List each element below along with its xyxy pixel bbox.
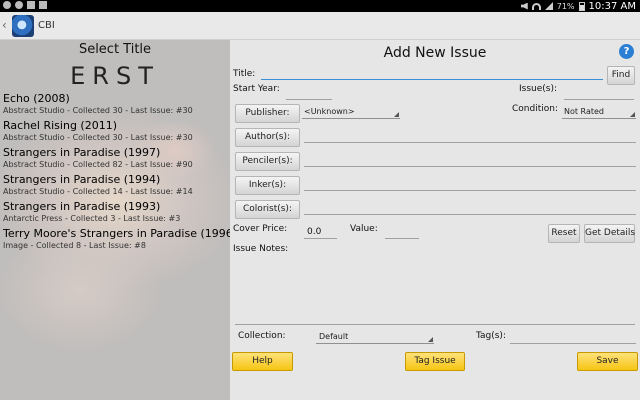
tags-label: Tag(s): xyxy=(476,331,506,341)
dropdown-arrow-icon xyxy=(630,112,635,117)
title-name: Strangers in Paradise (1993) xyxy=(3,200,161,213)
title-name: Strangers in Paradise (1994) xyxy=(3,173,161,186)
tag-issue-button[interactable]: Tag Issue xyxy=(405,352,465,371)
authors-underline xyxy=(304,142,636,143)
notification-icons xyxy=(3,1,47,9)
panel-heading: Select Title xyxy=(78,42,152,57)
app-notification-icon xyxy=(15,1,23,9)
colorists-underline xyxy=(304,214,636,215)
find-button[interactable]: Find xyxy=(607,66,635,85)
help-button[interactable]: Help xyxy=(232,352,293,371)
form-heading: Add New Issue xyxy=(383,45,487,61)
publisher-button[interactable]: Publisher: xyxy=(235,104,300,123)
issue-notes-underline xyxy=(235,324,635,325)
title-label: Title: xyxy=(233,69,256,79)
inkers-underline xyxy=(304,190,636,191)
title-detail: Abstract Studio - Collected 30 - Last Is… xyxy=(3,133,193,142)
condition-spinner[interactable]: Not Rated xyxy=(564,107,604,116)
action-bar: ‹ CBI xyxy=(0,12,640,40)
select-title-panel: Select Title ERST Echo (2008) Abstract S… xyxy=(0,40,230,400)
cover-price-input[interactable]: 0.0 xyxy=(307,227,321,237)
add-issue-form: Add New Issue ? Title: Find Start Year: … xyxy=(230,40,640,400)
dropdown-arrow-icon xyxy=(394,112,399,117)
start-year-label: Start Year: xyxy=(233,84,280,94)
app-title: CBI xyxy=(38,20,55,31)
pencilers-underline xyxy=(304,166,636,167)
inkers-button[interactable]: Inker(s): xyxy=(235,176,300,195)
title-detail: Abstract Studio - Collected 30 - Last Is… xyxy=(3,106,193,115)
colorists-button[interactable]: Colorist(s): xyxy=(235,200,300,219)
gallery-icon xyxy=(27,1,35,9)
title-detail: Image - Collected 8 - Last Issue: #8 xyxy=(3,241,146,250)
value-label: Value: xyxy=(350,224,378,234)
publisher-spinner-underline xyxy=(302,118,400,119)
list-item[interactable]: Rachel Rising (2011) Abstract Studio - C… xyxy=(3,119,227,146)
system-icons: 71% 10:37 AM xyxy=(520,0,636,12)
title-name: Terry Moore's Strangers in Paradise (199… xyxy=(3,227,230,240)
wifi-icon xyxy=(531,2,541,10)
tags-underline xyxy=(510,343,636,344)
pencilers-button[interactable]: Penciler(s): xyxy=(235,152,300,171)
collection-label: Collection: xyxy=(238,331,286,341)
help-icon[interactable]: ? xyxy=(619,44,634,59)
download-icon xyxy=(3,1,11,9)
list-item[interactable]: Terry Moore's Strangers in Paradise (199… xyxy=(3,227,230,254)
issue-notes-label: Issue Notes: xyxy=(233,244,289,254)
mute-icon xyxy=(520,2,528,10)
back-chevron-icon[interactable]: ‹ xyxy=(2,18,7,32)
search-query-text[interactable]: ERST xyxy=(0,62,230,90)
title-detail: Abstract Studio - Collected 14 - Last Is… xyxy=(3,187,193,196)
collection-spinner[interactable]: Default xyxy=(319,332,348,341)
dropdown-arrow-icon xyxy=(428,337,433,342)
title-list: Echo (2008) Abstract Studio - Collected … xyxy=(3,92,230,254)
signal-icon xyxy=(544,2,553,10)
publisher-spinner[interactable]: <Unknown> xyxy=(304,107,355,116)
battery-icon xyxy=(578,1,585,11)
cover-price-label: Cover Price: xyxy=(233,224,288,234)
status-bar: 71% 10:37 AM xyxy=(0,0,640,12)
issues-underline xyxy=(564,99,634,100)
list-item[interactable]: Strangers in Paradise (1997) Abstract St… xyxy=(3,146,227,173)
cbi-app-icon[interactable] xyxy=(12,15,34,37)
title-detail: Antarctic Press - Collected 3 - Last Iss… xyxy=(3,214,181,223)
list-item[interactable]: Echo (2008) Abstract Studio - Collected … xyxy=(3,92,227,119)
list-item[interactable]: Strangers in Paradise (1993) Antarctic P… xyxy=(3,200,227,227)
issue-notes-textarea[interactable] xyxy=(235,256,635,322)
value-underline xyxy=(385,238,419,239)
title-detail: Abstract Studio - Collected 82 - Last Is… xyxy=(3,160,193,169)
start-year-underline xyxy=(286,99,332,100)
clock: 10:37 AM xyxy=(588,0,636,12)
screenshot-icon xyxy=(39,1,47,9)
get-details-button[interactable]: Get Details xyxy=(584,224,635,243)
save-button[interactable]: Save xyxy=(577,352,638,371)
title-name: Rachel Rising (2011) xyxy=(3,119,117,132)
title-name: Echo (2008) xyxy=(3,92,70,105)
cover-price-underline xyxy=(304,238,337,239)
condition-spinner-underline xyxy=(562,118,636,119)
condition-label: Condition: xyxy=(512,104,558,114)
authors-button[interactable]: Author(s): xyxy=(235,128,300,147)
battery-percent: 71% xyxy=(556,1,575,11)
reset-button[interactable]: Reset xyxy=(548,224,580,243)
collection-spinner-underline xyxy=(316,343,434,344)
issues-label: Issue(s): xyxy=(519,84,558,94)
title-name: Strangers in Paradise (1997) xyxy=(3,146,161,159)
title-input-underline xyxy=(261,79,603,80)
list-item[interactable]: Strangers in Paradise (1994) Abstract St… xyxy=(3,173,227,200)
